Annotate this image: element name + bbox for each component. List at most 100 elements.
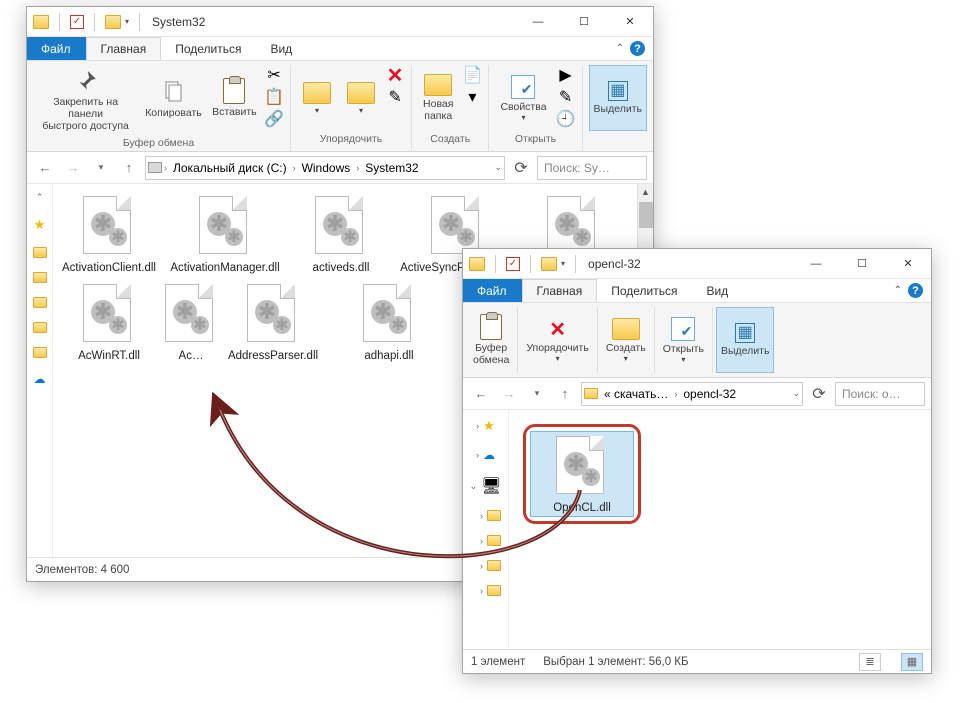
refresh-button[interactable]: ⟳ — [509, 156, 533, 180]
tab-home[interactable]: Главная — [86, 37, 162, 60]
file-item[interactable]: ActivationClient.dll — [57, 194, 161, 274]
select-button[interactable]: Выделить — [716, 307, 774, 373]
search-input[interactable]: Поиск: Sy… — [537, 156, 647, 180]
quick-access-icon[interactable]: ★ — [34, 217, 46, 233]
quick-access-icon[interactable]: ★ — [483, 418, 495, 434]
pin-button[interactable]: Закрепить на панели быстрого доступа — [33, 65, 138, 135]
copy-to-button[interactable]: ▾ — [341, 65, 381, 131]
tab-view[interactable]: Вид — [256, 37, 307, 60]
minimize-button[interactable]: — — [515, 7, 561, 37]
recent-dropdown[interactable]: ▾ — [525, 382, 549, 406]
recent-dropdown[interactable]: ▾ — [89, 156, 113, 180]
file-pane[interactable]: OpenCL.dll — [509, 410, 931, 649]
onedrive-icon[interactable]: ☁ — [483, 448, 495, 462]
qat-checkbox-icon[interactable]: ✓ — [506, 257, 520, 271]
clipboard-button[interactable]: Буфер обмена — [468, 307, 514, 373]
open-button[interactable]: ▶ — [556, 65, 576, 85]
file-item[interactable]: AcWinRT.dll — [57, 282, 161, 362]
breadcrumb-prefix[interactable]: « скачать… — [600, 387, 672, 401]
help-icon[interactable]: ? — [630, 41, 645, 56]
back-button[interactable]: ← — [33, 156, 57, 180]
new-folder-button[interactable]: Новая папка — [418, 65, 458, 131]
chevron-icon[interactable]: › — [480, 586, 483, 596]
close-button[interactable]: ✕ — [607, 7, 653, 37]
tab-home[interactable]: Главная — [522, 279, 598, 302]
chevron-icon[interactable]: › — [164, 163, 167, 173]
delete-button[interactable]: ✕ — [385, 65, 405, 85]
easy-access-button[interactable]: ▾ — [462, 87, 482, 107]
address-dropdown-icon[interactable]: ⌄ — [792, 388, 800, 399]
folder-icon[interactable] — [33, 322, 47, 333]
scroll-up-icon[interactable]: ▲ — [638, 184, 653, 200]
chevron-icon[interactable]: › — [476, 421, 479, 431]
tab-file[interactable]: Файл — [27, 37, 86, 60]
breadcrumb-seg[interactable]: System32 — [361, 161, 422, 175]
folder-icon[interactable] — [33, 297, 47, 308]
tab-view[interactable]: Вид — [692, 279, 743, 302]
file-item[interactable]: AddressParser.dll — [221, 282, 325, 362]
breadcrumb-seg[interactable]: opencl-32 — [679, 387, 740, 401]
file-item[interactable]: activeds.dll — [289, 194, 393, 274]
forward-button[interactable]: → — [497, 382, 521, 406]
breadcrumb-seg[interactable]: Локальный диск (C:) — [169, 161, 291, 175]
details-view-button[interactable]: ≣ — [859, 653, 881, 671]
properties-button[interactable]: Свойства ▾ — [495, 65, 551, 131]
cut-button[interactable]: ✂ — [264, 65, 284, 85]
address-bar[interactable]: › Локальный диск (C:) › Windows › System… — [145, 156, 505, 180]
breadcrumb-seg[interactable]: Windows — [298, 161, 355, 175]
folder-icon[interactable] — [487, 510, 501, 521]
scroll-thumb[interactable] — [639, 202, 653, 228]
titlebar[interactable]: ✓ ▾ System32 — ☐ ✕ — [27, 7, 653, 37]
pc-icon[interactable]: 🖥 — [481, 476, 501, 496]
file-opencl-dll[interactable]: OpenCL.dll — [530, 431, 634, 517]
organize-button[interactable]: ✕ Упорядочить ▾ — [521, 307, 593, 373]
expand-icon[interactable]: ⌃ — [36, 192, 44, 203]
help-icon[interactable]: ? — [908, 283, 923, 298]
address-dropdown-icon[interactable]: ⌄ — [494, 162, 502, 173]
close-button[interactable]: ✕ — [885, 249, 931, 279]
rename-button[interactable]: ✎ — [385, 87, 405, 107]
chevron-down-icon[interactable]: ⌄ — [470, 481, 478, 492]
file-item[interactable]: Ac… — [173, 282, 209, 362]
address-bar[interactable]: « скачать… › opencl-32 ⌄ — [581, 382, 803, 406]
minimize-button[interactable]: — — [793, 249, 839, 279]
folder-icon[interactable] — [487, 585, 501, 596]
qat-dropdown-icon[interactable]: ▾ — [561, 259, 565, 268]
onedrive-icon[interactable]: ☁ — [34, 372, 46, 386]
chevron-icon[interactable]: › — [356, 163, 359, 173]
paste-shortcut-button[interactable]: 🔗 — [264, 109, 284, 129]
copy-button[interactable]: Копировать — [142, 65, 204, 131]
icons-view-button[interactable]: ▦ — [901, 653, 923, 671]
history-button[interactable]: 🕘 — [556, 109, 576, 129]
move-to-button[interactable]: ▾ — [297, 65, 337, 131]
copy-path-button[interactable]: 📋 — [264, 87, 284, 107]
folder-icon[interactable] — [33, 247, 47, 258]
qat-dropdown-icon[interactable]: ▾ — [125, 17, 129, 26]
create-button[interactable]: Создать ▾ — [601, 307, 651, 373]
chevron-icon[interactable]: › — [674, 389, 677, 399]
chevron-icon[interactable]: › — [480, 561, 483, 571]
ribbon-collapse-icon[interactable]: ⌃ — [894, 285, 902, 296]
up-button[interactable]: ↑ — [117, 156, 141, 180]
ribbon-collapse-icon[interactable]: ⌃ — [616, 43, 624, 54]
back-button[interactable]: ← — [469, 382, 493, 406]
folder-icon[interactable] — [487, 560, 501, 571]
new-item-button[interactable]: 📄 — [462, 65, 482, 85]
edit-button[interactable]: ✎ — [556, 87, 576, 107]
file-item[interactable]: ActivationManager.dll — [173, 194, 277, 274]
open-button[interactable]: Открыть ▾ — [658, 307, 709, 373]
file-item[interactable]: adhapi.dll — [337, 282, 441, 362]
chevron-icon[interactable]: › — [293, 163, 296, 173]
tab-share[interactable]: Поделиться — [161, 37, 256, 60]
search-input[interactable]: Поиск: o… — [835, 382, 925, 406]
refresh-button[interactable]: ⟳ — [807, 382, 831, 406]
select-button[interactable]: Выделить — [589, 65, 647, 131]
paste-button[interactable]: Вставить — [209, 65, 260, 131]
chevron-icon[interactable]: › — [480, 511, 483, 521]
nav-pane[interactable]: ⌃ ★ ☁ — [27, 184, 53, 557]
maximize-button[interactable]: ☐ — [839, 249, 885, 279]
maximize-button[interactable]: ☐ — [561, 7, 607, 37]
tab-share[interactable]: Поделиться — [597, 279, 692, 302]
folder-icon[interactable] — [33, 272, 47, 283]
forward-button[interactable]: → — [61, 156, 85, 180]
